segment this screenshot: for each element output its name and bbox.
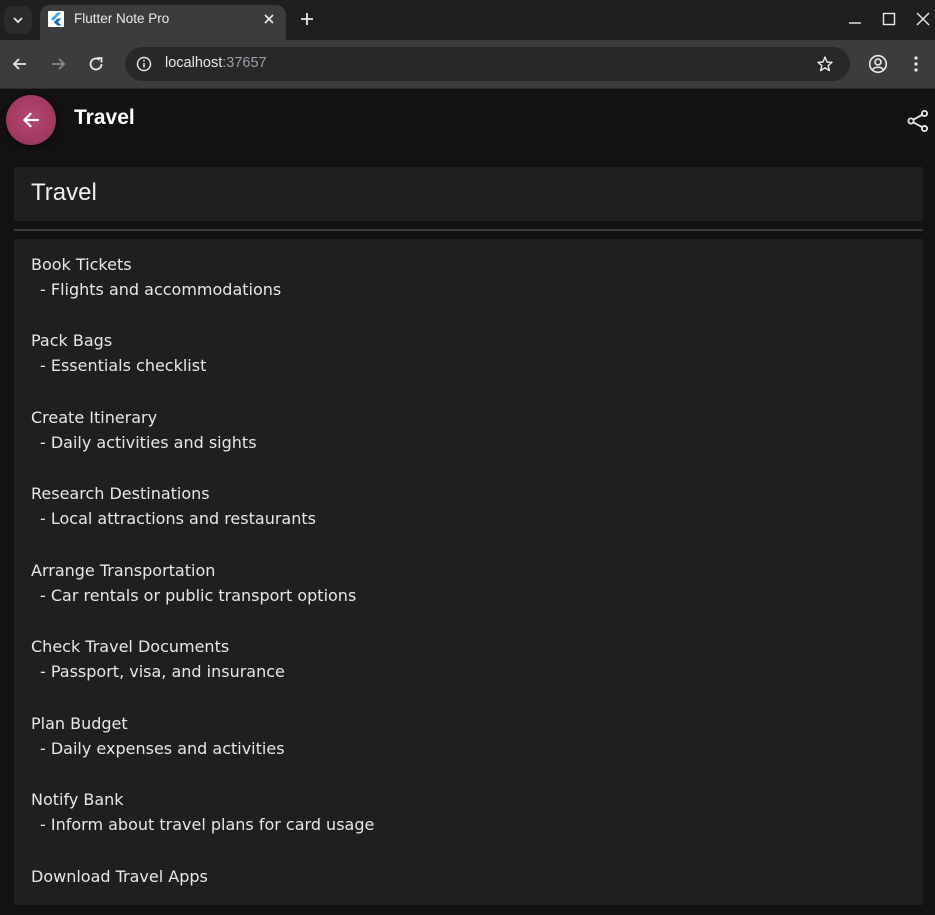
- note-title-field[interactable]: Travel: [14, 167, 923, 221]
- task-item: Plan Budget - Daily expenses and activit…: [31, 711, 285, 761]
- task-detail: - Car rentals or public transport option…: [40, 586, 357, 605]
- share-icon[interactable]: [906, 109, 930, 133]
- task-detail: - Daily expenses and activities: [40, 739, 285, 758]
- task-detail: - Local attractions and restaurants: [40, 509, 316, 528]
- browser-toolbar: localhost:37657: [0, 40, 935, 89]
- task-detail: - Passport, visa, and insurance: [40, 662, 285, 681]
- task-title: Arrange Transportation: [31, 561, 216, 580]
- chevron-down-icon: [13, 17, 23, 24]
- url-text: localhost:37657: [165, 55, 267, 71]
- address-bar[interactable]: localhost:37657: [125, 47, 850, 81]
- forward-nav-icon[interactable]: [49, 55, 67, 73]
- url-host: localhost: [165, 55, 223, 71]
- menu-dots-icon[interactable]: [907, 55, 925, 73]
- app-bar: Travel: [0, 89, 935, 153]
- page-title: Travel: [74, 106, 135, 129]
- reload-icon[interactable]: [87, 55, 105, 73]
- note-title-text: Travel: [31, 179, 97, 206]
- site-info-icon[interactable]: [136, 56, 152, 72]
- task-item: Research Destinations - Local attraction…: [31, 481, 316, 531]
- task-item: Pack Bags - Essentials checklist: [31, 328, 206, 378]
- browser-tab-strip: Flutter Note Pro: [0, 0, 935, 40]
- profile-icon[interactable]: [868, 54, 888, 74]
- task-detail: - Essentials checklist: [40, 356, 207, 375]
- url-port: :37657: [222, 55, 267, 71]
- task-item: Book Tickets - Flights and accommodation…: [31, 252, 281, 302]
- minimize-icon[interactable]: [847, 11, 863, 27]
- browser-tab[interactable]: Flutter Note Pro: [40, 5, 286, 40]
- tab-search-button[interactable]: [4, 6, 32, 34]
- title-divider: [14, 229, 923, 231]
- close-window-icon[interactable]: [915, 11, 931, 27]
- task-title: Create Itinerary: [31, 408, 158, 427]
- task-title: Notify Bank: [31, 790, 124, 809]
- new-tab-icon[interactable]: [299, 11, 315, 27]
- task-item: Download Travel Apps: [31, 864, 208, 889]
- task-detail: - Flights and accommodations: [40, 280, 282, 299]
- bookmark-star-icon[interactable]: [816, 55, 834, 73]
- back-button[interactable]: [6, 95, 56, 145]
- tab-title: Flutter Note Pro: [74, 11, 170, 26]
- task-item: Notify Bank - Inform about travel plans …: [31, 787, 374, 837]
- note-body-field[interactable]: Book Tickets - Flights and accommodation…: [14, 239, 923, 905]
- arrow-left-icon: [23, 112, 40, 128]
- back-nav-icon[interactable]: [11, 55, 29, 73]
- task-title: Download Travel Apps: [31, 867, 208, 886]
- task-detail: - Inform about travel plans for card usa…: [40, 815, 375, 834]
- task-detail: - Daily activities and sights: [40, 433, 257, 452]
- task-item: Create Itinerary - Daily activities and …: [31, 405, 257, 455]
- task-title: Book Tickets: [31, 255, 132, 274]
- task-title: Check Travel Documents: [31, 637, 230, 656]
- task-item: Check Travel Documents - Passport, visa,…: [31, 634, 285, 684]
- task-title: Research Destinations: [31, 484, 210, 503]
- maximize-icon[interactable]: [881, 11, 897, 27]
- task-item: Arrange Transportation - Car rentals or …: [31, 558, 356, 608]
- task-title: Plan Budget: [31, 714, 128, 733]
- task-title: Pack Bags: [31, 331, 113, 350]
- close-tab-icon[interactable]: [262, 12, 276, 26]
- flutter-icon: [48, 11, 64, 27]
